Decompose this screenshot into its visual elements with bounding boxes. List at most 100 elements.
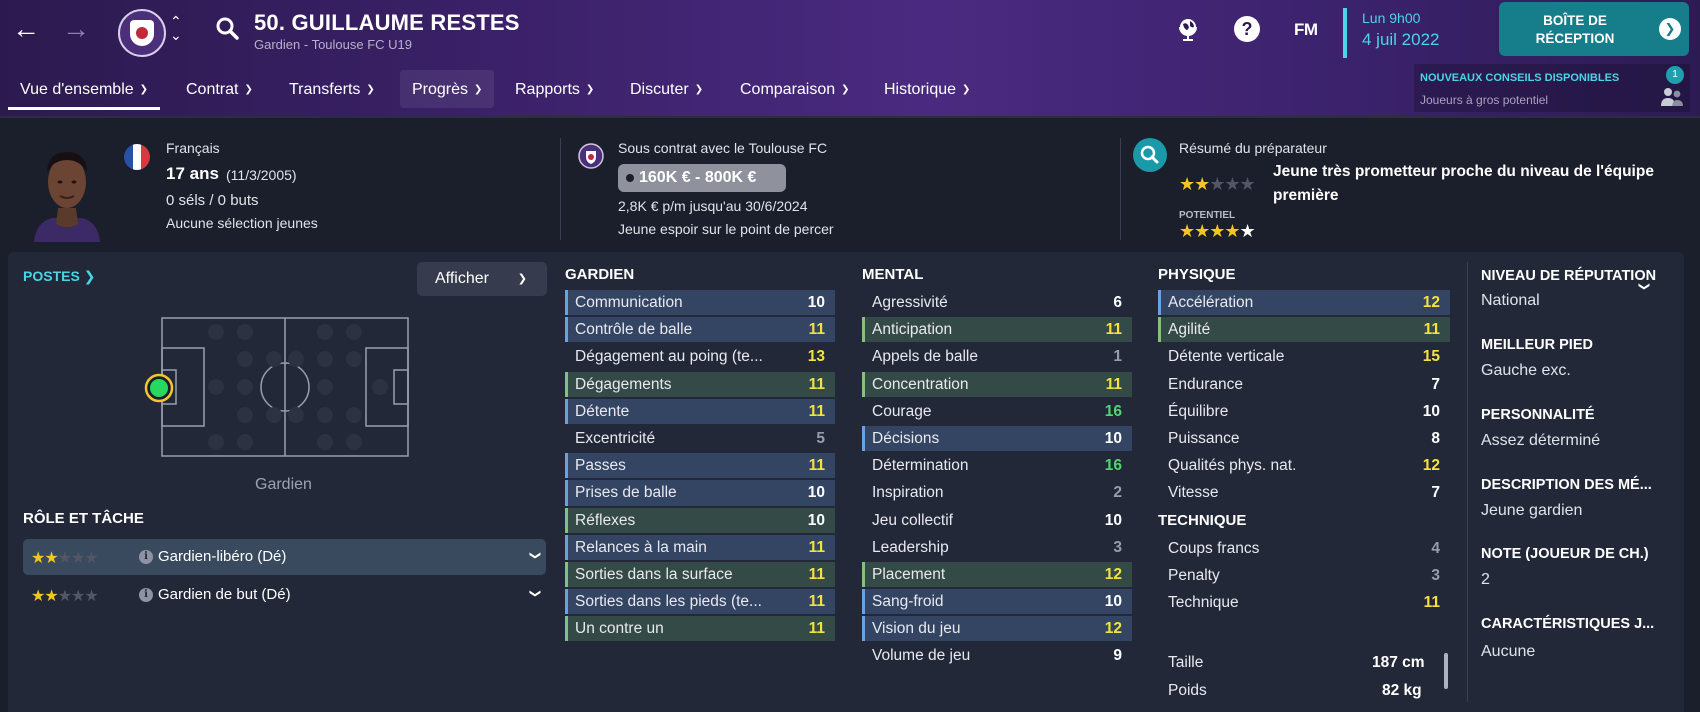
club-badge-icon[interactable] bbox=[578, 143, 604, 169]
player-switch-icon[interactable]: ⌃ ⌄ bbox=[170, 14, 182, 42]
attribute-name: Coups francs bbox=[1168, 539, 1260, 557]
attribute-row[interactable]: Décisions 10 bbox=[862, 425, 1132, 452]
attribute-value: 6 bbox=[1113, 294, 1122, 311]
attribute-row[interactable]: Courage 16 bbox=[862, 398, 1132, 425]
side-info-value: Assez déterminé bbox=[1481, 432, 1601, 449]
player-subtitle[interactable]: Gardien - Toulouse FC U19 bbox=[254, 37, 412, 52]
advice-notification[interactable]: NOUVEAUX CONSEILS DISPONIBLES Joueurs à … bbox=[1414, 64, 1690, 112]
profile-divider bbox=[1120, 138, 1121, 240]
attribute-row[interactable]: Agressivité 6 bbox=[862, 289, 1132, 316]
attribute-name: Volume de jeu bbox=[872, 647, 971, 665]
tab-reports[interactable]: Rapports ❯ bbox=[503, 70, 606, 108]
attribute-value: 9 bbox=[1113, 647, 1122, 665]
player-status: Jeune espoir sur le point de percer bbox=[618, 221, 834, 237]
attribute-row[interactable]: Sorties dans les pieds (te... 11 bbox=[565, 588, 835, 615]
attribute-row[interactable]: Jeu collectif 10 bbox=[862, 507, 1132, 534]
info-icon[interactable]: i bbox=[139, 550, 153, 564]
tab-contract[interactable]: Contrat ❯ bbox=[174, 70, 265, 108]
chevron-down-icon[interactable]: ❯ bbox=[529, 589, 542, 598]
attribute-row[interactable]: Penalty 3 bbox=[1158, 562, 1450, 589]
scout-summary-title: Résumé du préparateur bbox=[1179, 140, 1327, 156]
attribute-row[interactable]: Accélération 12 bbox=[1158, 289, 1450, 316]
attribute-row[interactable]: Coups francs 4 bbox=[1158, 535, 1450, 562]
attribute-row[interactable]: Anticipation 11 bbox=[862, 316, 1132, 343]
attribute-row[interactable]: Puissance 8 bbox=[1158, 425, 1450, 452]
attribute-name: Inspiration bbox=[872, 484, 944, 502]
help-icon[interactable]: ? bbox=[1234, 16, 1260, 42]
fm-logo[interactable]: FM bbox=[1294, 20, 1318, 40]
inbox-button[interactable]: BOÎTE DE RÉCEPTION ❯ bbox=[1499, 2, 1689, 56]
attribute-row[interactable]: Sorties dans la surface 11 bbox=[565, 561, 835, 588]
attribute-row[interactable]: Appels de balle 1 bbox=[862, 343, 1132, 370]
attribute-row[interactable]: Placement 12 bbox=[862, 561, 1132, 588]
tab-transfers[interactable]: Transferts ❯ bbox=[277, 70, 387, 108]
role-row[interactable]: ★★★★★ i Gardien de but (Dé) ❯ bbox=[23, 577, 546, 613]
show-dropdown[interactable]: Afficher ❯ bbox=[417, 262, 547, 296]
tab-history[interactable]: Historique ❯ bbox=[872, 70, 982, 108]
side-info-value: Aucune bbox=[1481, 643, 1536, 660]
attribute-row[interactable]: Dégagements 11 bbox=[565, 371, 835, 398]
attribute-row[interactable]: Relances à la main 11 bbox=[565, 534, 835, 561]
attribute-row[interactable]: Volume de jeu 9 bbox=[862, 642, 1132, 669]
role-row[interactable]: ★★★★★ i Gardien-libéro (Dé) ❯ bbox=[23, 539, 546, 575]
side-info-value: Gauche exc. bbox=[1481, 362, 1571, 379]
attribute-value: 4 bbox=[1431, 539, 1440, 557]
contract-club[interactable]: Sous contrat avec le Toulouse FC bbox=[618, 140, 827, 156]
attribute-row[interactable]: Vision du jeu 12 bbox=[862, 615, 1132, 642]
scrollbar-thumb[interactable] bbox=[1444, 653, 1448, 689]
attribute-row[interactable]: Équilibre 10 bbox=[1158, 398, 1450, 425]
tab-comparison[interactable]: Comparaison ❯ bbox=[728, 70, 862, 108]
attribute-row[interactable]: Passes 11 bbox=[565, 452, 835, 479]
role-section-title: RÔLE ET TÂCHE bbox=[23, 510, 144, 527]
attribute-row[interactable]: Technique 11 bbox=[1158, 589, 1450, 616]
chevron-right-icon: ❯ bbox=[83, 268, 96, 284]
scout-icon[interactable] bbox=[1133, 138, 1167, 172]
goalkeeper-position-marker[interactable] bbox=[143, 372, 175, 404]
info-icon[interactable]: i bbox=[139, 588, 153, 602]
attribute-value: 11 bbox=[808, 620, 825, 638]
attribute-value: 10 bbox=[1104, 593, 1122, 611]
attribute-row[interactable]: Contrôle de balle 11 bbox=[565, 316, 835, 343]
attribute-row[interactable]: Leadership 3 bbox=[862, 534, 1132, 561]
role-stars: ★★★★★ bbox=[31, 588, 99, 605]
positions-link[interactable]: POSTES ❯ bbox=[23, 268, 95, 285]
chevron-down-icon: ❯ bbox=[517, 273, 527, 285]
attribute-row[interactable]: Vitesse 7 bbox=[1158, 479, 1450, 506]
chevron-down-icon[interactable]: ❯ bbox=[529, 551, 542, 560]
attribute-row[interactable]: Endurance 7 bbox=[1158, 371, 1450, 398]
attribute-row[interactable]: Concentration 11 bbox=[862, 371, 1132, 398]
tab-overview[interactable]: Vue d'ensemble ❯ bbox=[8, 70, 161, 110]
weight-value: 82 kg bbox=[1382, 682, 1422, 699]
chevron-down-icon: ❯ bbox=[474, 84, 483, 95]
attribute-value: 5 bbox=[816, 429, 825, 447]
attribute-row[interactable]: Détermination 16 bbox=[862, 452, 1132, 479]
attribute-row[interactable]: Excentricité 5 bbox=[565, 425, 835, 452]
nationality[interactable]: Français bbox=[166, 140, 220, 156]
attribute-row[interactable]: Réflexes 10 bbox=[565, 507, 835, 534]
back-arrow-icon[interactable]: ← bbox=[12, 14, 42, 44]
chevron-right-icon: ❯ bbox=[1659, 18, 1681, 40]
globe-icon[interactable] bbox=[1175, 16, 1201, 42]
forward-arrow-icon[interactable]: → bbox=[62, 14, 92, 44]
attribute-value: 11 bbox=[1423, 593, 1440, 611]
chevron-down-icon: ❯ bbox=[366, 84, 375, 95]
attribute-value: 8 bbox=[1431, 429, 1440, 447]
attribute-row[interactable]: Prises de balle 10 bbox=[565, 479, 835, 506]
club-crest-icon[interactable] bbox=[118, 9, 166, 57]
tab-discuss[interactable]: Discuter ❯ bbox=[618, 70, 715, 108]
mental-attributes: MENTAL Agressivité 6 Anticipation 11 Appel… bbox=[862, 266, 1132, 670]
tab-progress[interactable]: Progrès ❯ bbox=[400, 70, 495, 108]
goalkeeping-attributes: GARDIEN Communication 10 Contrôle de ball… bbox=[565, 266, 835, 642]
attribute-row[interactable]: Un contre un 11 bbox=[565, 615, 835, 642]
attribute-row[interactable]: Dégagement au poing (te... 13 bbox=[565, 343, 835, 370]
attribute-row[interactable]: Détente verticale 15 bbox=[1158, 343, 1450, 370]
attribute-row[interactable]: Agilité 11 bbox=[1158, 316, 1450, 343]
attribute-row[interactable]: Détente 11 bbox=[565, 398, 835, 425]
attribute-row[interactable]: Communication 10 bbox=[565, 289, 835, 316]
chevron-down-icon[interactable]: ❯ bbox=[1638, 282, 1651, 291]
attribute-row[interactable]: Sang-froid 10 bbox=[862, 588, 1132, 615]
attribute-row[interactable]: Inspiration 2 bbox=[862, 479, 1132, 506]
search-icon[interactable] bbox=[215, 16, 239, 40]
attribute-row[interactable]: Qualités phys. nat. 12 bbox=[1158, 452, 1450, 479]
attribute-name: Sang-froid bbox=[872, 593, 944, 611]
